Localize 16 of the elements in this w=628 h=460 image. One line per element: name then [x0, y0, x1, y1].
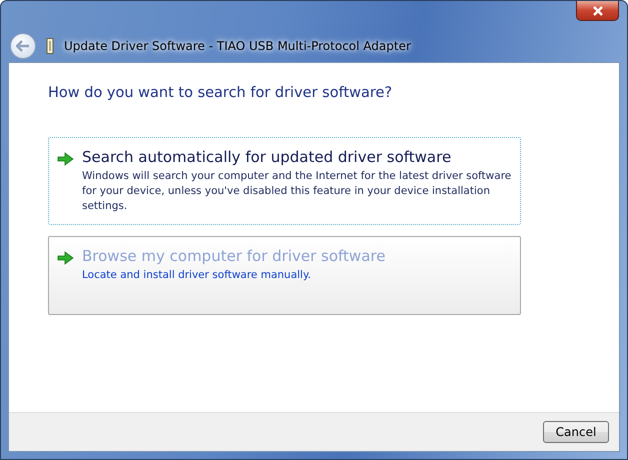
back-button[interactable]: [10, 32, 36, 58]
cancel-button[interactable]: Cancel: [543, 421, 609, 443]
option-title: Search automatically for updated driver software: [82, 148, 452, 166]
option-description: Windows will search your computer and the Internet for the latest driver software for your device, unless you've disabled this feature in your device installation settings.: [82, 169, 512, 214]
page-heading: How do you want to search for driver software?: [48, 85, 394, 101]
option-description: Locate and install driver software manually.: [82, 268, 312, 283]
arrow-icon: [57, 152, 74, 166]
arrow-icon: [57, 251, 74, 265]
option-link[interactable]: [48, 137, 521, 225]
option-link[interactable]: Browse my computer for driver software Locate and install driver software manually.: [48, 236, 521, 315]
back-arrow-icon: [16, 40, 30, 52]
usb-device-icon: [46, 38, 54, 54]
option-title: Browse my computer for driver software: [82, 247, 386, 265]
close-button[interactable]: [576, 1, 619, 21]
window-title: Update Driver Software - TIAO USB Multi-Protocol Adapter: [64, 38, 411, 52]
close-icon: [592, 6, 604, 16]
